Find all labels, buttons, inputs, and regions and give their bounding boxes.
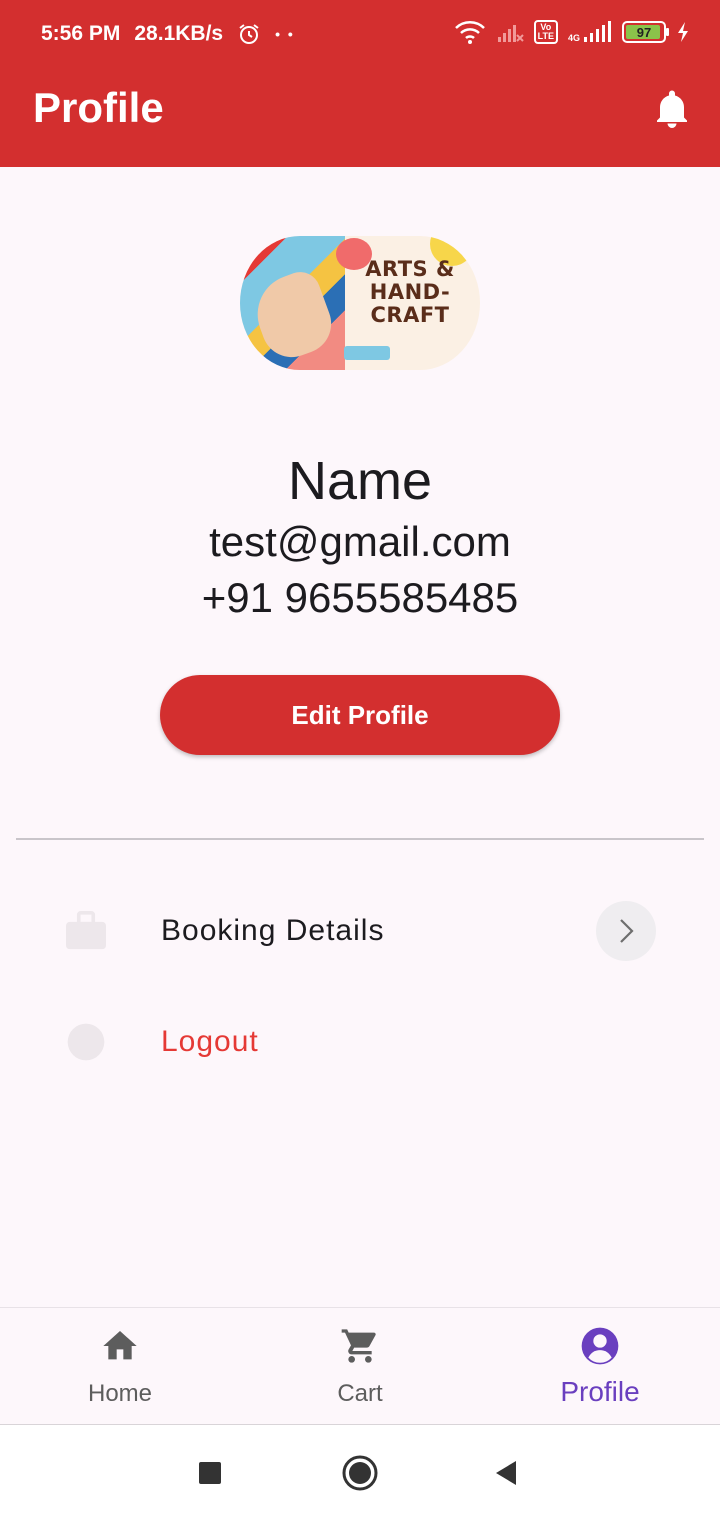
battery-level: 97 bbox=[636, 24, 652, 40]
nav-home-label: Home bbox=[87, 1380, 153, 1407]
battery-icon: 97 bbox=[622, 21, 669, 43]
back-icon[interactable] bbox=[486, 1453, 526, 1493]
signal-off-icon bbox=[497, 25, 524, 42]
banner-line-3: CRAFT bbox=[370, 303, 450, 327]
status-time: 5:56 PM bbox=[41, 22, 121, 45]
profile-name: Name bbox=[287, 451, 433, 511]
chevron-right-button[interactable] bbox=[596, 901, 656, 961]
home-circle-icon[interactable] bbox=[340, 1453, 380, 1493]
account-circle-icon bbox=[581, 1327, 619, 1365]
edit-profile-button[interactable]: Edit Profile bbox=[160, 675, 560, 755]
banner-line-1: ARTS & bbox=[365, 257, 455, 281]
banner-line-2: HAND- bbox=[369, 280, 451, 304]
booking-details-item[interactable]: Booking Details bbox=[0, 886, 720, 976]
notification-bell-icon[interactable] bbox=[654, 90, 690, 130]
profile-banner-image: ARTS & HAND- CRAFT bbox=[240, 236, 480, 370]
nav-profile[interactable]: Profile bbox=[480, 1308, 720, 1426]
alarm-icon bbox=[239, 24, 259, 44]
chevron-right-icon bbox=[620, 919, 634, 943]
profile-email: test@gmail.com bbox=[209, 518, 511, 565]
logout-icon bbox=[67, 1023, 105, 1061]
recents-icon[interactable] bbox=[190, 1453, 230, 1493]
logout-item[interactable]: Logout bbox=[0, 997, 720, 1087]
wifi-icon bbox=[454, 21, 485, 44]
bottom-navigation: Home Cart Profile bbox=[0, 1307, 720, 1425]
network-type: 4G bbox=[567, 33, 580, 43]
app-bar: 5:56 PM 28.1KB/s • • Vo LTE 4G 97 Profile bbox=[0, 0, 720, 167]
signal-icon bbox=[584, 21, 611, 42]
nav-cart-label: Cart bbox=[337, 1380, 383, 1407]
nav-cart[interactable]: Cart bbox=[240, 1308, 480, 1426]
profile-phone: +91 9655585485 bbox=[201, 574, 519, 621]
cart-icon bbox=[341, 1329, 376, 1363]
charging-icon bbox=[678, 22, 688, 42]
system-navigation-bar bbox=[0, 1425, 720, 1520]
briefcase-icon bbox=[66, 911, 106, 950]
page-title: Profile bbox=[33, 84, 164, 131]
logout-label: Logout bbox=[161, 1025, 259, 1058]
booking-details-label: Booking Details bbox=[161, 914, 385, 947]
nav-profile-label: Profile bbox=[560, 1376, 640, 1407]
home-icon bbox=[103, 1331, 137, 1360]
volte-icon: Vo LTE bbox=[533, 20, 558, 44]
status-speed: 28.1KB/s bbox=[134, 22, 224, 45]
status-bar: 5:56 PM 28.1KB/s • • Vo LTE 4G 97 bbox=[0, 0, 720, 70]
nav-home[interactable]: Home bbox=[0, 1308, 240, 1426]
divider bbox=[16, 838, 704, 840]
notification-dots-icon: • • bbox=[275, 26, 295, 42]
